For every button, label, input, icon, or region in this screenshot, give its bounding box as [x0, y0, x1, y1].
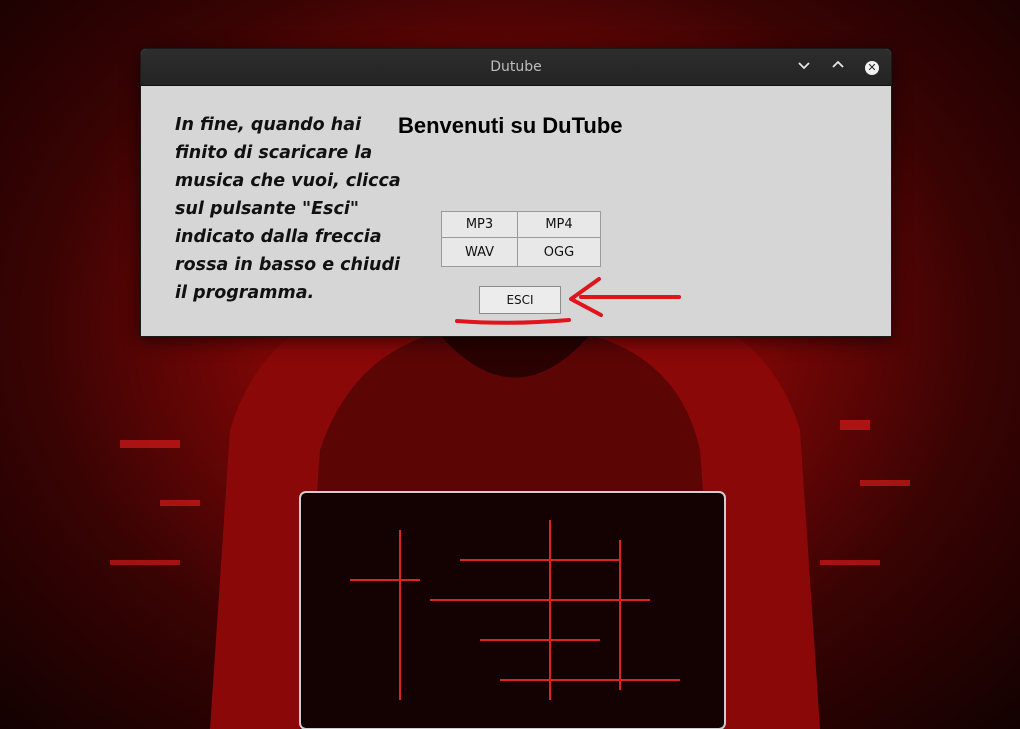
- window-title: Dutube: [490, 59, 542, 75]
- red-underline-annotation: [455, 318, 571, 325]
- mp4-button[interactable]: MP4: [518, 212, 600, 237]
- instructions-text: In fine, quando hai finito di scaricare …: [175, 115, 401, 303]
- format-buttons: MP3 MP4 WAV OGG: [441, 211, 601, 267]
- wav-button[interactable]: WAV: [442, 238, 517, 266]
- dutube-window: Dutube ✕ In fine, quando hai finito di s…: [140, 48, 892, 337]
- chevron-down-icon[interactable]: [794, 57, 814, 77]
- close-icon[interactable]: ✕: [862, 57, 882, 77]
- desktop: Dutube ✕ In fine, quando hai finito di s…: [0, 0, 1020, 729]
- ogg-button[interactable]: OGG: [518, 238, 600, 266]
- welcome-title: Benvenuti su DuTube: [398, 113, 623, 138]
- window-titlebar[interactable]: Dutube ✕: [141, 49, 891, 86]
- mp3-button[interactable]: MP3: [442, 212, 517, 237]
- red-arrow-annotation: [569, 277, 681, 317]
- exit-button[interactable]: ESCI: [479, 286, 561, 314]
- chevron-up-icon[interactable]: [828, 57, 848, 77]
